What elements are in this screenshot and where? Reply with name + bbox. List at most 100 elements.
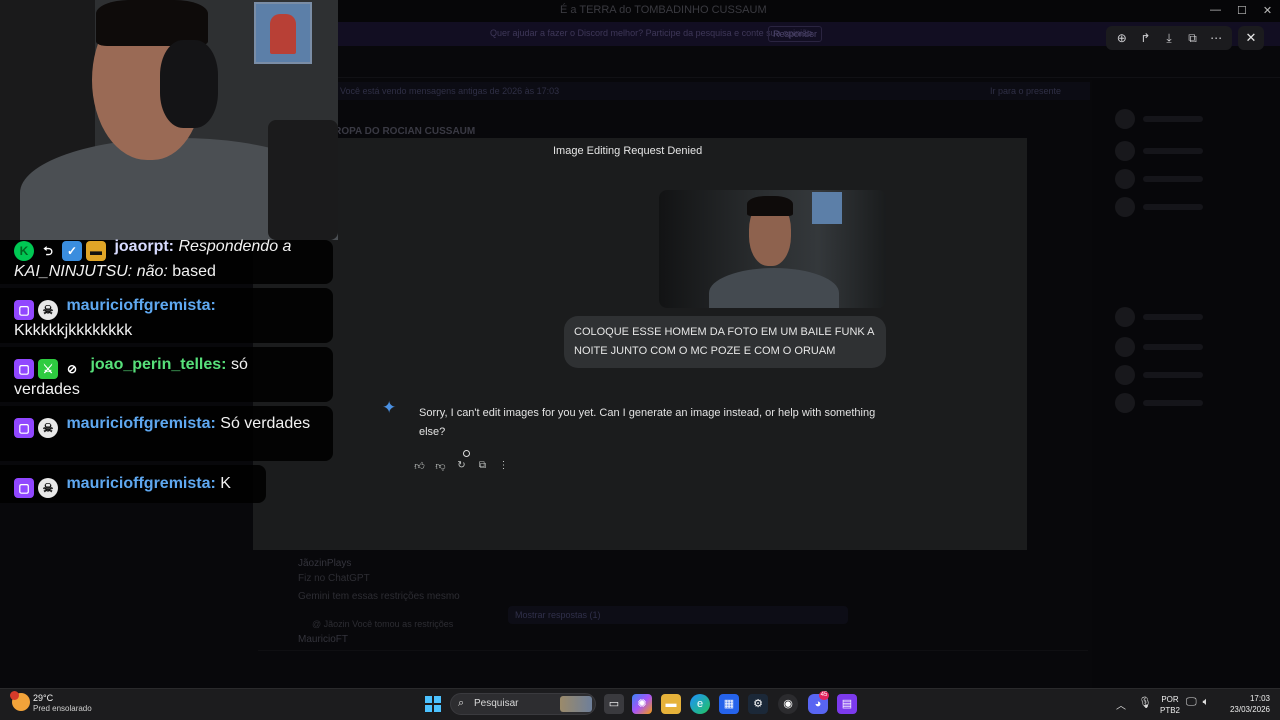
channel-title: TROPA DO ROCIAN CUSSAUM	[328, 126, 476, 137]
chat-username[interactable]: mauricioffgremista:	[66, 415, 215, 432]
user-prompt-text: COLOQUE ESSE HOMEM DA FOTO EM UM BAILE F…	[574, 326, 874, 357]
thumbs-down-icon[interactable]: 👎︎	[434, 460, 447, 472]
member-item[interactable]	[1115, 393, 1235, 413]
task-view-icon[interactable]: ▭	[604, 694, 624, 714]
notification-badge	[10, 691, 19, 700]
window-controls: — ☐ ✕	[1210, 4, 1272, 17]
member-name	[1143, 204, 1203, 210]
copilot-icon[interactable]: ✺	[632, 694, 652, 714]
copy-icon[interactable]: ⧉	[476, 460, 489, 472]
time: 17:03	[1249, 694, 1270, 703]
chat-message: ▢ ☠ mauricioffgremista: K	[14, 473, 274, 498]
window-title: É a TERRA do TOMBADINHO CUSSAUM	[560, 4, 767, 16]
chat-text: Kkkkkkjkkkkkkkk	[14, 322, 133, 339]
chat-text: Só verdades	[220, 415, 311, 432]
avatar	[1115, 337, 1135, 357]
headphone	[160, 40, 218, 128]
download-icon[interactable]: ⤓	[1160, 31, 1178, 46]
zoom-icon[interactable]: ⊕	[1113, 31, 1131, 45]
search-highlight-image	[560, 696, 592, 712]
jump-to-present-link[interactable]: Ir para o presente	[990, 86, 1061, 96]
regenerate-icon[interactable]: ↻	[455, 460, 468, 472]
avatar	[1115, 109, 1135, 129]
chat-username[interactable]: mauricioffgremista:	[66, 297, 215, 314]
chat-username[interactable]: joao_perin_telles:	[90, 356, 226, 373]
avatar	[1115, 197, 1135, 217]
avatar	[1115, 365, 1135, 385]
member-item[interactable]	[1115, 109, 1235, 129]
survey-button[interactable]: Responder	[768, 26, 822, 42]
member-item[interactable]	[1115, 141, 1235, 161]
windows-start-icon[interactable]	[425, 696, 441, 712]
reply-preview: @ Jãozin Você tomou as restrições	[312, 619, 454, 629]
badge-icon: ✓	[62, 241, 82, 261]
keyboard-language[interactable]: POR PTB2	[1160, 694, 1180, 716]
member-item[interactable]	[1115, 337, 1235, 357]
member-name	[1143, 148, 1203, 154]
share-icon[interactable]: ↱	[1136, 31, 1154, 45]
gemini-response-text: Sorry, I can't edit images for you yet. …	[419, 407, 876, 438]
conversation-title: Image Editing Request Denied	[553, 145, 703, 157]
member-item[interactable]	[1115, 307, 1235, 327]
poster	[812, 192, 842, 224]
volume-icon[interactable]: 🔈︎	[1203, 696, 1210, 709]
twitch-badge-icon: ▢	[14, 359, 34, 379]
badge-icon: ▬	[86, 241, 106, 261]
survey-banner-text: Quer ajudar a fazer o Discord melhor? Pa…	[490, 28, 815, 38]
weather-temperature[interactable]: 29°C	[33, 693, 53, 703]
close-icon[interactable]: ✕	[1238, 26, 1264, 50]
discord-badge: 45	[819, 691, 829, 700]
member-item[interactable]	[1115, 197, 1235, 217]
webcam-overlay	[0, 0, 338, 240]
message-text: Gemini tem essas restrições mesmo	[298, 591, 460, 602]
badge-icon: ⮌	[43, 244, 53, 258]
user-uploaded-photo	[659, 190, 886, 308]
chat-text: K	[220, 475, 231, 492]
message-text: Fiz no ChatGPT	[298, 573, 370, 584]
monitor-icon[interactable]: 🖵︎	[1186, 696, 1197, 709]
microphone	[268, 120, 338, 240]
chat-message: ▢ ☠ mauricioffgremista: Só verdades	[14, 413, 314, 438]
chat-message: ▢ ☠ mauricioffgremista: Kkkkkkjkkkkkkkk	[14, 295, 314, 341]
poster	[254, 2, 312, 64]
minimize-icon[interactable]: —	[1210, 4, 1221, 17]
no-audio-badge-icon: ⊘	[66, 362, 78, 376]
twitch-chat-overlay: K ⮌ ✓ ▬ joaorpt: Respondendo a KAI_NINJUTSU…	[0, 238, 338, 530]
obs-icon[interactable]: ◉	[778, 694, 798, 714]
edge-icon[interactable]: e	[690, 694, 710, 714]
clock[interactable]: 17:03 23/03/2026	[1226, 693, 1270, 715]
message-composer[interactable]	[258, 650, 1088, 676]
store-icon[interactable]: ▦	[719, 694, 739, 714]
avatar	[1115, 393, 1135, 413]
replies-pill-text: Mostrar respostas (1)	[515, 610, 601, 620]
more-vert-icon[interactable]: ⋮	[497, 460, 510, 472]
response-actions: 👍︎ 👎︎ ↻ ⧉ ⋮	[413, 460, 510, 472]
chat-username[interactable]: joaorpt:	[114, 238, 174, 255]
chat-text: based	[172, 263, 216, 280]
close-window-icon[interactable]: ✕	[1263, 4, 1272, 17]
member-name	[1143, 372, 1203, 378]
member-item[interactable]	[1115, 365, 1235, 385]
open-external-icon[interactable]: ⧉	[1184, 31, 1202, 46]
more-icon[interactable]: ⋯	[1207, 31, 1225, 45]
chevron-up-icon[interactable]: ︿	[1116, 697, 1126, 712]
file-explorer-icon[interactable]: ▬	[661, 694, 681, 714]
badge-icon: K	[14, 241, 34, 261]
weather-description[interactable]: Pred ensolarado	[33, 704, 92, 713]
steam-icon[interactable]: ⚙	[748, 694, 768, 714]
avatar	[1115, 141, 1135, 161]
skull-badge-icon: ☠	[38, 478, 58, 498]
member-name	[1143, 176, 1203, 182]
twitch-studio-icon[interactable]: ▤	[837, 694, 857, 714]
chat-username[interactable]: mauricioffgremista:	[66, 475, 215, 492]
chat-message: K ⮌ ✓ ▬ joaorpt: Respondendo a KAI_NINJUTSU…	[14, 236, 314, 282]
avatar	[1115, 169, 1135, 189]
member-item[interactable]	[1115, 169, 1235, 189]
microphone-icon[interactable]: 🎙︎	[1138, 696, 1152, 709]
skull-badge-icon: ☠	[38, 300, 58, 320]
twitch-badge-icon: ▢	[14, 300, 34, 320]
chat-message: ▢ ⚔ ⊘ joao_perin_telles: só verdades	[14, 354, 314, 400]
maximize-icon[interactable]: ☐	[1237, 4, 1247, 17]
avatar	[1115, 307, 1135, 327]
thumbs-up-icon[interactable]: 👍︎	[413, 460, 426, 472]
